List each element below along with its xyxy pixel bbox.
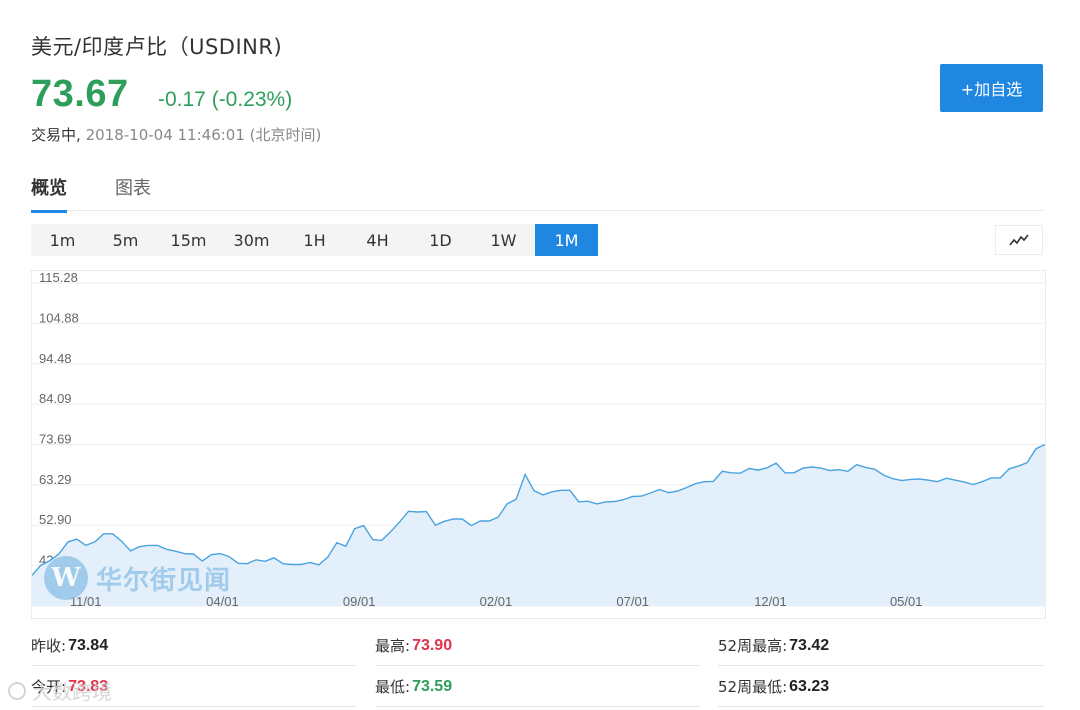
stat-label: 昨收:	[31, 637, 67, 655]
stat-label: 最高:	[375, 637, 411, 655]
interval-selector: 1m 5m 15m 30m 1H 4H 1D 1W 1M	[31, 224, 598, 256]
stat-value: 73.84	[68, 636, 109, 654]
interval-15m[interactable]: 15m	[157, 224, 220, 256]
y-tick-label: 63.29	[39, 472, 72, 487]
watermark-logo-icon: W	[44, 556, 88, 600]
stat-52w-low: 52周最低: 63.23	[718, 667, 1044, 707]
stat-value: 73.42	[789, 636, 830, 654]
tab-bar: 概览 图表	[31, 174, 1044, 213]
interval-1m[interactable]: 1m	[31, 224, 94, 256]
interval-1d[interactable]: 1D	[409, 224, 472, 256]
trading-status: 交易中, 2018-10-04 11:46:01 (北京时间)	[31, 124, 321, 145]
stat-low: 最低: 73.59	[375, 667, 700, 707]
stat-label: 最低:	[375, 678, 411, 696]
line-chart-icon	[1009, 234, 1029, 246]
stat-high: 最高: 73.90	[375, 626, 700, 666]
x-tick-label: 09/01	[343, 594, 376, 609]
stat-value: 73.90	[412, 636, 453, 654]
stat-value: 73.59	[412, 677, 453, 695]
y-tick-label: 94.48	[39, 351, 72, 366]
stat-prev-close: 昨收: 73.84	[31, 626, 356, 666]
y-tick-label: 104.88	[39, 310, 79, 325]
chart-type-toggle[interactable]	[995, 225, 1043, 255]
timestamp: 2018-10-04 11:46:01 (北京时间)	[85, 126, 322, 144]
watermark-circle-icon	[8, 681, 26, 700]
y-tick-label: 115.28	[39, 271, 78, 285]
add-watchlist-button[interactable]: +加自选	[940, 64, 1043, 112]
page-title: 美元/印度卢比（USDINR)	[31, 35, 283, 59]
stat-label: 52周最低:	[718, 678, 788, 696]
stat-label: 52周最高:	[718, 637, 788, 655]
status-text: 交易中,	[31, 126, 81, 144]
current-price: 73.67	[31, 73, 129, 115]
interval-1w[interactable]: 1W	[472, 224, 535, 256]
interval-1h[interactable]: 1H	[283, 224, 346, 256]
x-tick-label: 02/01	[480, 594, 513, 609]
interval-4h[interactable]: 4H	[346, 224, 409, 256]
tab-overview[interactable]: 概览	[31, 174, 67, 213]
x-tick-label: 07/01	[616, 594, 649, 609]
tab-chart[interactable]: 图表	[115, 174, 151, 210]
stat-value: 63.23	[789, 677, 830, 695]
bottom-watermark: 大数跨境	[8, 676, 112, 705]
stat-52w-high: 52周最高: 73.42	[718, 626, 1044, 666]
price-change: -0.17 (-0.23%)	[158, 88, 293, 111]
interval-5m[interactable]: 5m	[94, 224, 157, 256]
x-tick-label: 05/01	[890, 594, 923, 609]
x-tick-label: 12/01	[754, 594, 787, 609]
watermark-logo: W 华尔街见闻	[44, 556, 231, 600]
watermark-text: 华尔街见闻	[96, 565, 232, 596]
y-tick-label: 52.90	[39, 512, 72, 527]
y-tick-label: 84.09	[39, 391, 72, 406]
bottom-watermark-text: 大数跨境	[32, 680, 112, 704]
interval-30m[interactable]: 30m	[220, 224, 283, 256]
interval-1mo[interactable]: 1M	[535, 224, 598, 256]
y-tick-label: 73.69	[39, 432, 72, 447]
